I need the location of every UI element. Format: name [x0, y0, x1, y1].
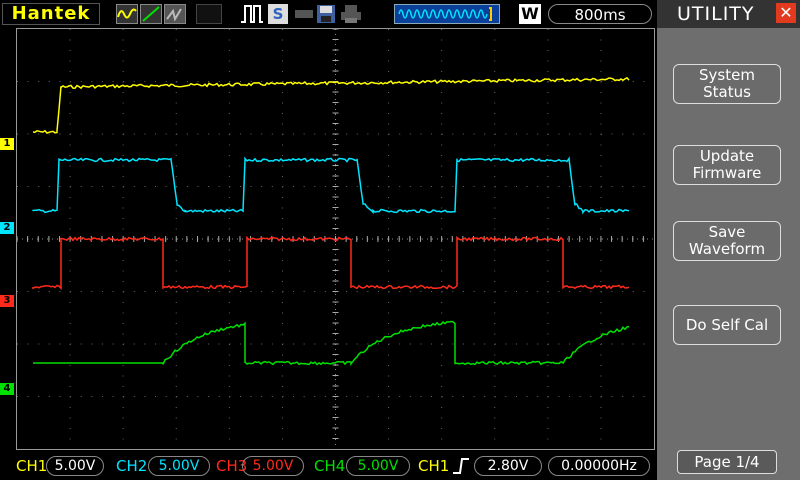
ch1-trace [32, 76, 630, 134]
channel-status-bar: CH1 5.00V CH2 5.00V CH3 5.00V CH4 5.00V … [0, 452, 657, 480]
close-icon[interactable]: ✕ [776, 3, 796, 23]
ch4-scale[interactable]: 5.00V [346, 456, 410, 476]
panel-title: UTILITY [677, 3, 755, 25]
ch4-trace [33, 320, 630, 366]
pulse-icon[interactable] [240, 4, 264, 24]
graticule [17, 29, 654, 449]
panel-header: UTILITY ✕ [657, 0, 800, 28]
ch2-trace [32, 156, 630, 215]
save-icon[interactable] [316, 4, 336, 24]
save-waveform-button[interactable]: Save Waveform [673, 221, 781, 261]
memory-depth-bar[interactable] [394, 4, 500, 24]
persist-icon[interactable] [164, 4, 186, 24]
brand-logo: Hantek [2, 3, 100, 25]
ch2-scale[interactable]: 5.00V [148, 456, 210, 476]
sine-wave-icon[interactable] [116, 4, 138, 24]
ch2-marker[interactable]: 2 [0, 222, 14, 234]
timebase-readout[interactable]: 800ms [548, 4, 652, 24]
ramp-icon[interactable] [140, 4, 162, 24]
ch1-marker[interactable]: 1 [0, 138, 14, 150]
self-cal-button[interactable]: Do Self Cal [673, 305, 781, 345]
trigger-level[interactable]: 2.80V [474, 456, 542, 476]
system-status-button[interactable]: System Status [673, 64, 781, 104]
single-icon[interactable]: S [268, 4, 288, 24]
ch3-marker[interactable]: 3 [0, 295, 14, 307]
trigger-source-label: CH1 [418, 457, 450, 475]
update-firmware-button[interactable]: Update Firmware [673, 145, 781, 185]
trigger-status-icon [294, 4, 314, 24]
ch4-marker[interactable]: 4 [0, 383, 14, 395]
trigger-frequency: 0.00000Hz [548, 456, 650, 476]
ch3-trace [32, 235, 630, 291]
ch2-label: CH2 [116, 457, 148, 475]
blank-slot-icon [196, 4, 222, 24]
ch1-label: CH1 [16, 457, 48, 475]
timebase-mode-badge: W [519, 4, 541, 24]
ch4-label: CH4 [314, 457, 346, 475]
ch1-scale[interactable]: 5.00V [46, 456, 104, 476]
ch3-scale[interactable]: 5.00V [242, 456, 304, 476]
rising-edge-icon [452, 457, 470, 479]
top-status-bar: Hantek S W 800ms [0, 0, 657, 28]
waveform-display [16, 28, 655, 450]
utility-menu-panel: UTILITY ✕ System Status Update Firmware … [657, 0, 800, 480]
page-button[interactable]: Page 1/4 [677, 450, 777, 474]
print-icon[interactable] [340, 4, 362, 24]
